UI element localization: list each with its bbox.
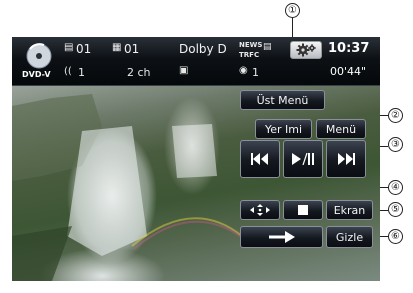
video-frame (12, 94, 245, 281)
bookmark-label: Yer Imi (264, 122, 303, 136)
angle-number: 1 (252, 66, 259, 79)
audio-format: Dolby D (179, 42, 227, 56)
news-indicator: NEWS (239, 41, 263, 49)
stop-icon (298, 205, 308, 215)
callout-4: ④ (388, 180, 403, 195)
next-chapter-button[interactable] (326, 140, 366, 178)
subtitle-icon: ▣ (179, 65, 189, 76)
angle-icon: ◉ (239, 65, 248, 76)
play-pause-icon (292, 153, 314, 165)
menu-label: Menü (325, 122, 357, 136)
top-menu-label: Üst Menü (256, 93, 309, 107)
channels: 2 ch (127, 66, 151, 79)
elapsed-time: 00'44" (330, 65, 367, 78)
clock: 10:37 (328, 41, 370, 56)
hide-button[interactable]: Gizle (326, 226, 373, 248)
bookmark-button[interactable]: Yer Imi (255, 119, 312, 139)
screen-label: Ekran (333, 203, 366, 217)
title-number: 01 (76, 42, 92, 56)
traffic-icon: ▤ (263, 42, 272, 52)
callout-3: ③ (388, 137, 403, 152)
status-bar: DVD-V ▤ 01 ▦ 01 Dolby D NEWS TRFC ▤ 10:3… (12, 37, 380, 86)
callout-2: ② (388, 108, 403, 123)
right-arrow-icon (268, 231, 295, 243)
touch-panel-keys-button[interactable] (240, 200, 280, 220)
hide-label: Gizle (335, 230, 364, 244)
top-menu-button[interactable]: Üst Menü (240, 90, 325, 110)
menu-button[interactable]: Menü (316, 119, 366, 139)
source-label: DVD-V (22, 70, 51, 79)
settings-button[interactable] (290, 41, 322, 59)
gear-icon (296, 43, 316, 57)
next-page-button[interactable] (240, 226, 323, 248)
trfc-indicator: TRFC (239, 51, 260, 59)
four-way-arrow-icon (250, 204, 270, 216)
video-area[interactable] (12, 86, 380, 281)
skip-next-icon (338, 153, 355, 165)
chapter-icon: ▦ (112, 42, 122, 53)
chapter-number: 01 (124, 42, 140, 56)
callout-1: ① (285, 3, 300, 18)
previous-chapter-button[interactable] (240, 140, 280, 178)
audio-stream-icon: (( (64, 66, 72, 77)
skip-previous-icon (251, 153, 268, 165)
callout-6: ⑥ (388, 229, 403, 244)
device-screen: DVD-V ▤ 01 ▦ 01 Dolby D NEWS TRFC ▤ 10:3… (12, 37, 380, 281)
callout-5: ⑤ (388, 202, 403, 217)
play-pause-button[interactable] (283, 140, 323, 178)
stop-button[interactable] (283, 200, 323, 220)
screen-button[interactable]: Ekran (326, 200, 373, 220)
title-icon: ▤ (64, 42, 74, 53)
audio-stream-number: 1 (78, 66, 85, 79)
